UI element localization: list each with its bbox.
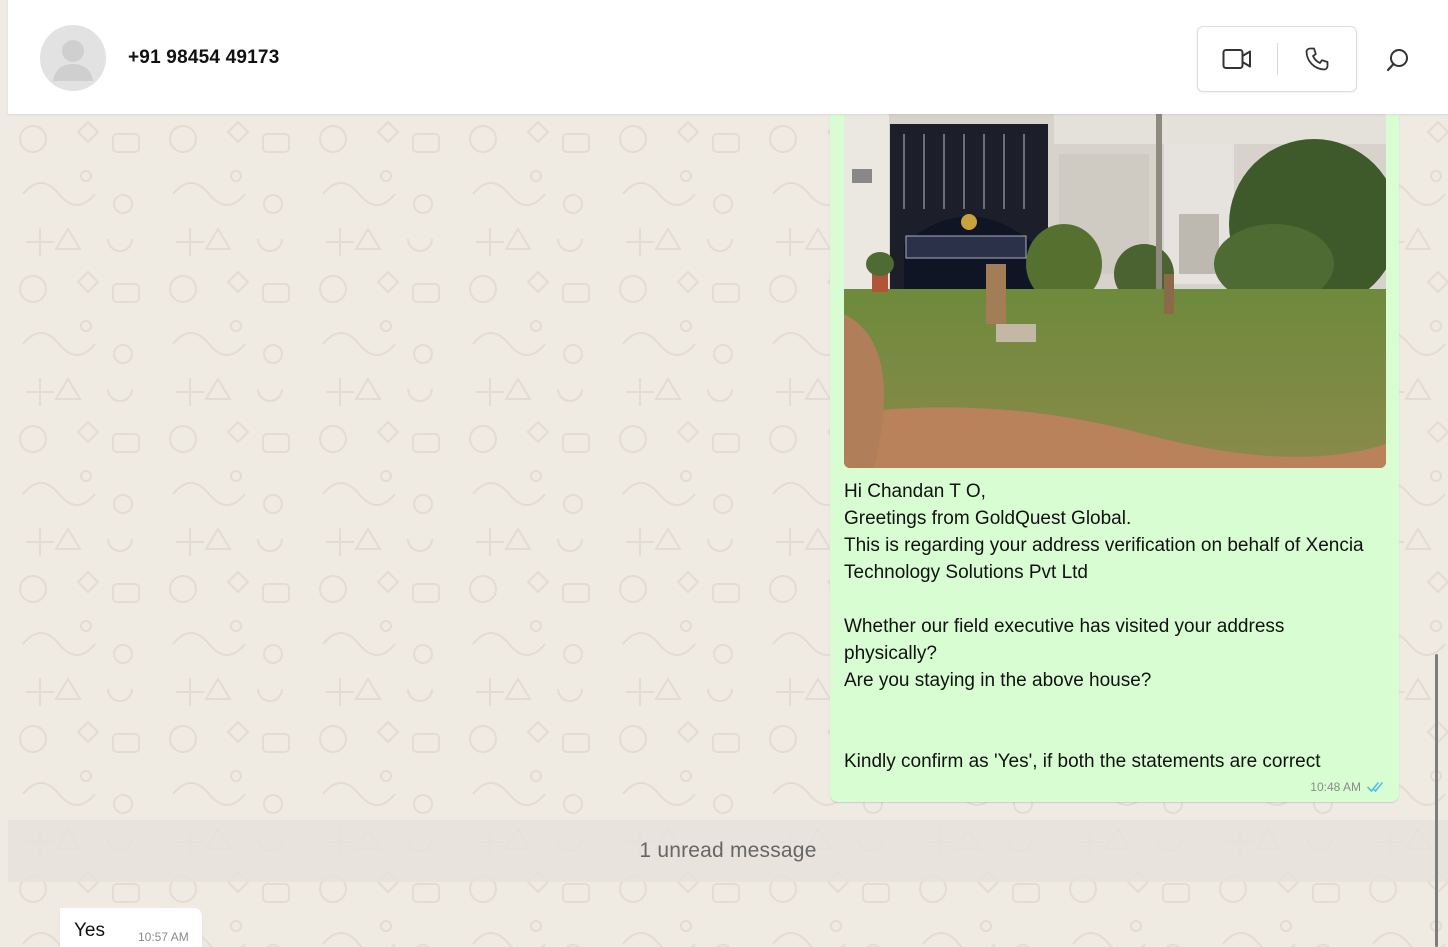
phone-icon bbox=[1305, 47, 1329, 71]
incoming-message-time: 10:57 AM bbox=[138, 930, 189, 944]
video-camera-icon bbox=[1222, 49, 1251, 69]
contact-name[interactable]: +91 98454 49173 bbox=[128, 47, 279, 69]
search-icon bbox=[1386, 49, 1408, 72]
video-call-button[interactable] bbox=[1198, 27, 1276, 91]
unread-divider: 1 unread message bbox=[8, 820, 1448, 882]
outgoing-message-bubble[interactable]: Hi Chandan T O, Greetings from GoldQuest… bbox=[830, 114, 1399, 802]
message-time: 10:48 AM bbox=[1310, 780, 1361, 794]
incoming-message-bubble[interactable]: Yes 10:57 AM bbox=[60, 908, 202, 947]
outgoing-message-text: Hi Chandan T O, Greetings from GoldQuest… bbox=[844, 481, 1364, 772]
unread-label: 1 unread message bbox=[639, 839, 817, 862]
call-button-group bbox=[1197, 26, 1357, 92]
message-list[interactable]: Hi Chandan T O, Greetings from GoldQuest… bbox=[8, 114, 1448, 947]
search-button[interactable] bbox=[1378, 40, 1418, 80]
house-photo[interactable] bbox=[844, 114, 1386, 468]
message-meta: 10:48 AM bbox=[1310, 780, 1385, 794]
scrollbar-thumb[interactable] bbox=[1435, 654, 1438, 947]
double-check-read-icon bbox=[1367, 782, 1383, 793]
chat-window: +91 98454 49173 Hi Chandan T O, Greeting… bbox=[0, 0, 1448, 947]
voice-call-button[interactable] bbox=[1278, 27, 1356, 91]
contact-avatar[interactable] bbox=[40, 25, 106, 91]
house-photo-image bbox=[844, 114, 1386, 468]
user-silhouette-icon bbox=[53, 40, 93, 81]
chat-header: +91 98454 49173 bbox=[8, 0, 1448, 114]
incoming-message-text: Yes bbox=[74, 920, 105, 941]
